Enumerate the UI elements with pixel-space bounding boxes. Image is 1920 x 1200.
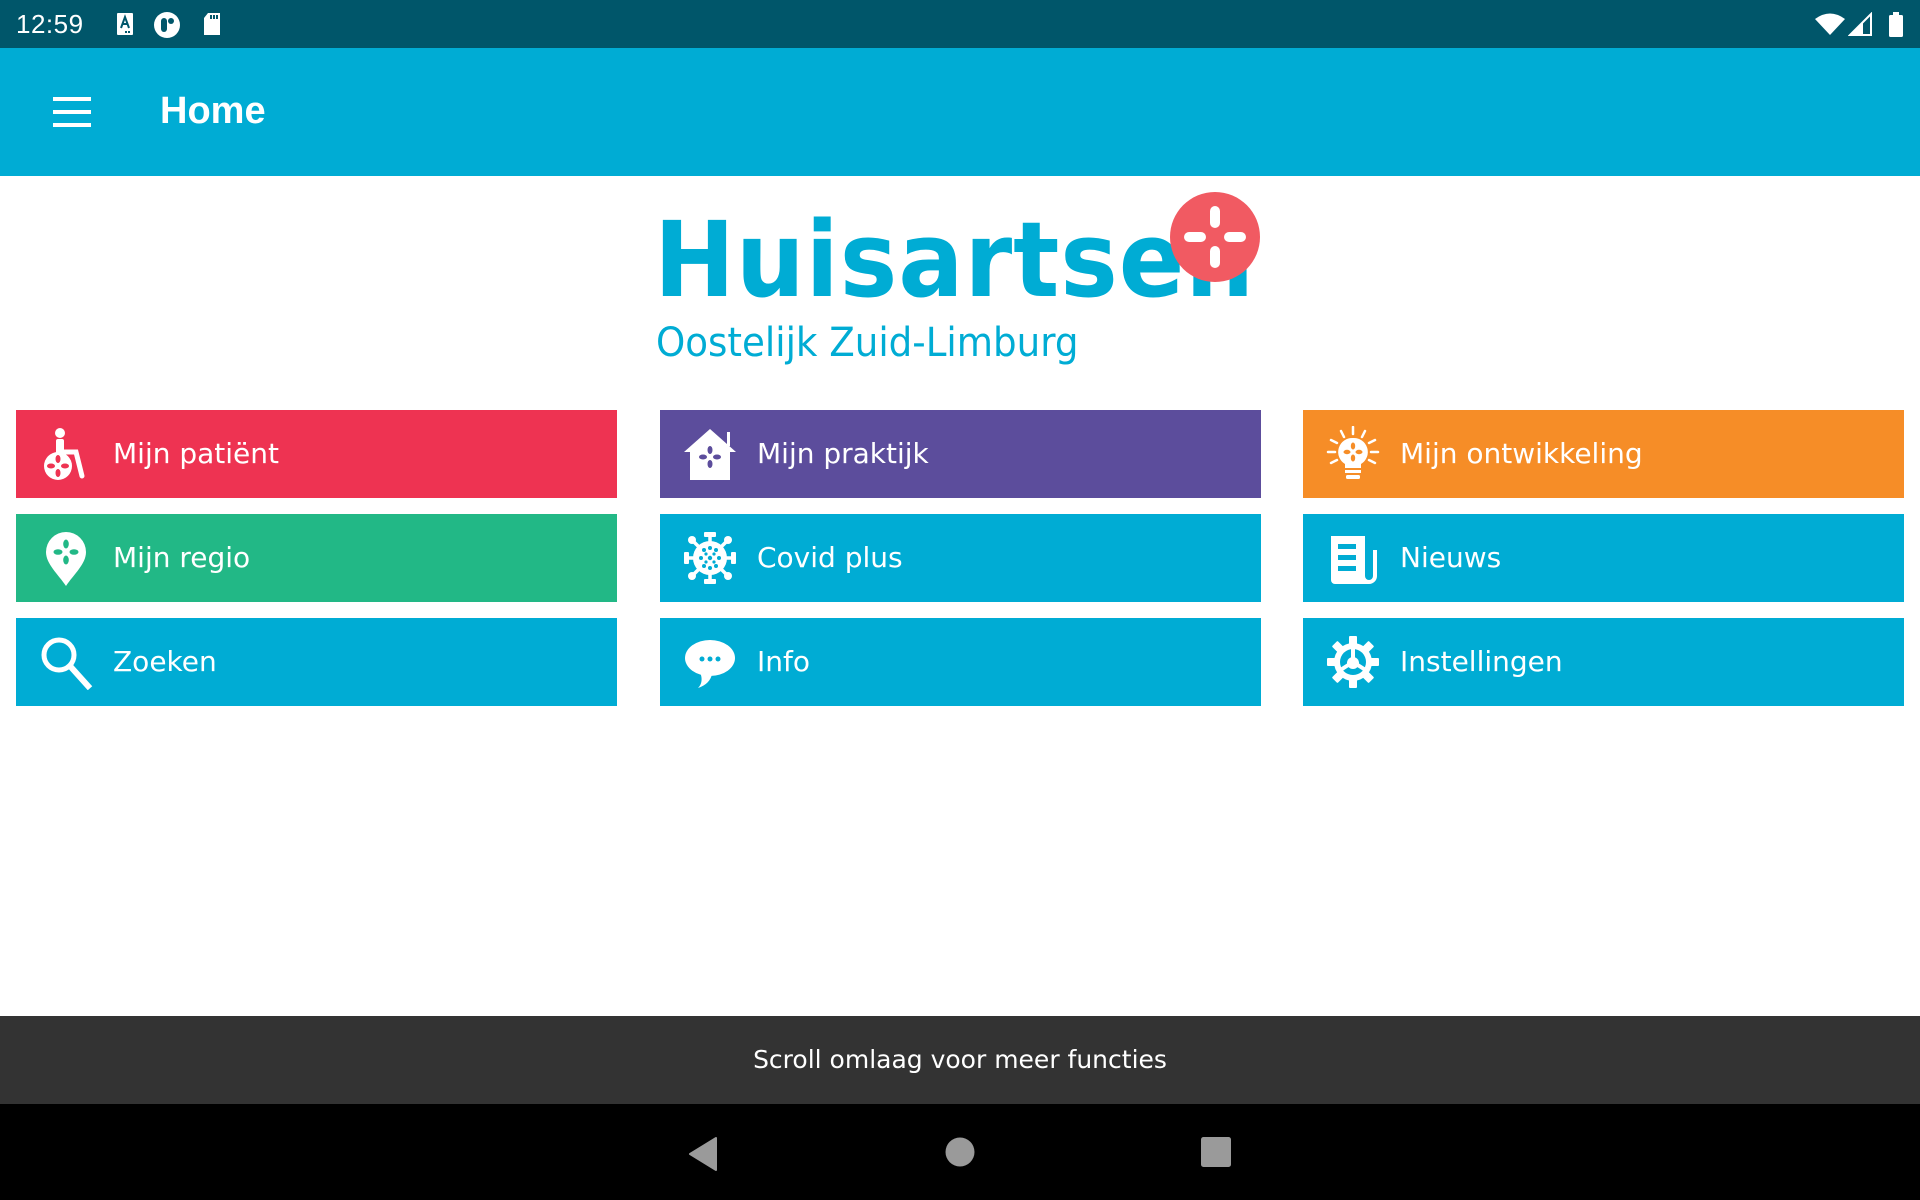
- virus-icon: [684, 532, 736, 584]
- tile-label: Covid plus: [757, 541, 903, 574]
- hamburger-menu-icon[interactable]: [44, 86, 100, 138]
- tile-covid-plus[interactable]: Covid plus: [660, 514, 1261, 602]
- tile-instellingen[interactable]: Instellingen: [1303, 618, 1904, 706]
- tile-label: Instellingen: [1400, 645, 1563, 678]
- page-title: Home: [160, 90, 266, 132]
- lightbulb-icon: [1326, 426, 1380, 479]
- font-a-icon: [117, 13, 133, 35]
- search-icon: [41, 637, 93, 690]
- system-nav-bar: [0, 1104, 1920, 1200]
- chat-bubble-icon: [685, 640, 735, 688]
- tile-nieuws[interactable]: Nieuws: [1303, 514, 1904, 602]
- status-bar: 12:59: [0, 0, 1920, 48]
- brand-logo: Huisartsen Oostelijk Zuid-Limburg: [650, 190, 1270, 380]
- status-time: 12:59: [16, 9, 84, 39]
- snackbar-message: Scroll omlaag voor meer functies: [753, 1045, 1167, 1074]
- newspaper-icon: [1331, 536, 1377, 584]
- tile-zoeken[interactable]: Zoeken: [16, 618, 617, 706]
- wheelchair-patient-icon: [44, 428, 85, 480]
- back-icon[interactable]: [672, 1128, 732, 1176]
- tile-mijn-regio[interactable]: Mijn regio: [16, 514, 617, 602]
- tile-label: Mijn regio: [113, 541, 251, 574]
- signal-icon: [1848, 12, 1872, 36]
- snackbar: Scroll omlaag voor meer functies: [0, 1016, 1920, 1104]
- map-pin-icon: [46, 532, 86, 586]
- tile-label: Mijn praktijk: [757, 437, 929, 470]
- tile-label: Mijn ontwikkeling: [1400, 437, 1643, 470]
- tile-label: Zoeken: [113, 645, 217, 678]
- tile-label: Mijn patiënt: [113, 437, 280, 470]
- wifi-icon: [1815, 13, 1845, 35]
- recents-icon[interactable]: [1186, 1128, 1246, 1176]
- gear-icon: [1327, 636, 1379, 688]
- app-circle-icon: [154, 12, 180, 38]
- logo-title: Huisartsen: [654, 199, 1256, 321]
- app-bar: Home: [0, 48, 1920, 176]
- logo-subtitle: Oostelijk Zuid-Limburg: [656, 320, 1079, 366]
- home-icon[interactable]: [930, 1128, 990, 1176]
- sd-card-icon: [204, 13, 220, 35]
- house-practice-icon: [684, 429, 736, 480]
- tile-label: Nieuws: [1400, 541, 1502, 574]
- medical-plus-icon: [1170, 192, 1260, 282]
- battery-icon: [1889, 12, 1903, 37]
- tile-info[interactable]: Info: [660, 618, 1261, 706]
- tile-mijn-praktijk[interactable]: Mijn praktijk: [660, 410, 1261, 498]
- tile-label: Info: [757, 645, 810, 678]
- tile-mijn-patient[interactable]: Mijn patiënt: [16, 410, 617, 498]
- tile-mijn-ontwikkeling[interactable]: Mijn ontwikkeling: [1303, 410, 1904, 498]
